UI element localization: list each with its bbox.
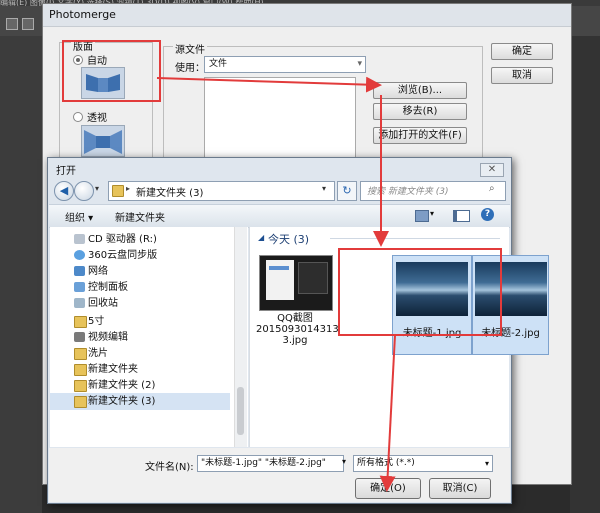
- photomerge-titlebar: Photomerge: [43, 4, 571, 27]
- open-button[interactable]: 确定(O): [355, 478, 421, 499]
- nav-item[interactable]: 视频编辑: [50, 329, 230, 346]
- remove-button[interactable]: 移去(R): [373, 103, 467, 120]
- nav-item[interactable]: 新建文件夹: [50, 361, 230, 378]
- nav-item-label: 视频编辑: [88, 332, 128, 343]
- photomerge-title: Photomerge: [49, 8, 116, 21]
- file-type-value: 所有格式 (*.*): [357, 458, 415, 468]
- ps-right-panel: [570, 36, 600, 513]
- breadcrumb-chevron-icon: ▸: [126, 184, 131, 193]
- network-icon: [74, 266, 85, 276]
- control-panel-icon: [74, 282, 85, 292]
- chevron-down-icon[interactable]: ▾: [342, 457, 346, 466]
- highlight-auto-layout: [62, 40, 161, 102]
- nav-item-label: 360云盘同步版: [88, 250, 158, 261]
- tool-icon[interactable]: [6, 18, 18, 30]
- folder-icon: [74, 380, 87, 392]
- nav-item-label: CD 驱动器 (R:): [88, 234, 157, 245]
- folder-icon: [74, 348, 87, 360]
- nav-item[interactable]: 新建文件夹 (2): [50, 377, 230, 394]
- filename-label: 文件名(N):: [145, 462, 194, 473]
- nav-item-label: 新建文件夹 (3): [88, 396, 156, 407]
- group-header: 今天 (3): [268, 233, 310, 246]
- nav-item[interactable]: 洗片: [50, 345, 230, 362]
- chevron-down-icon: ▾: [484, 459, 489, 468]
- photomerge-cancel-button[interactable]: 取消: [491, 67, 553, 84]
- source-files-label: 源文件: [173, 41, 207, 56]
- cd-drive-icon: [74, 234, 85, 244]
- nav-item-label: 网络: [88, 266, 108, 277]
- perspective-layout-thumbnail[interactable]: [81, 125, 125, 157]
- nav-item-label: 5寸: [88, 316, 105, 327]
- video-icon: [74, 332, 85, 342]
- use-select[interactable]: 文件 ▾: [204, 56, 366, 73]
- preview-pane-icon[interactable]: [453, 210, 470, 222]
- nav-item[interactable]: 网络: [50, 263, 230, 280]
- refresh-icon[interactable]: ↻: [337, 181, 357, 201]
- chevron-down-icon[interactable]: ▾: [322, 184, 326, 193]
- nav-item-label: 控制面板: [88, 282, 128, 293]
- tool-icon[interactable]: [22, 18, 34, 30]
- highlight-selected-files: [338, 248, 502, 336]
- nav-item-label: 回收站: [88, 298, 118, 309]
- collapse-group-icon[interactable]: ◢: [258, 233, 264, 242]
- nav-item[interactable]: 5寸: [50, 313, 230, 330]
- recycle-bin-icon: [74, 298, 85, 308]
- perspective-layout-icon: [84, 130, 122, 154]
- nav-scrollbar-thumb[interactable]: [237, 387, 244, 435]
- use-label: 使用：: [175, 63, 205, 74]
- organize-button[interactable]: 组织 ▾: [65, 209, 93, 224]
- cloud-icon: [74, 250, 85, 260]
- group-divider: [330, 238, 500, 239]
- use-select-value: 文件: [209, 59, 228, 69]
- nav-scrollbar[interactable]: [234, 227, 247, 447]
- open-dialog-footer: 文件名(N): "未标题-1.jpg" "未标题-2.jpg" ▾ 所有格式 (…: [49, 448, 510, 502]
- search-input[interactable]: 搜索 新建文件夹 (3) ⌕: [360, 181, 506, 201]
- perspective-radio[interactable]: [73, 112, 83, 122]
- address-box[interactable]: ▸ 新建文件夹 (3) ▾: [108, 181, 335, 201]
- cancel-button[interactable]: 取消(C): [429, 478, 491, 499]
- folder-icon: [112, 185, 124, 197]
- search-placeholder: 搜索 新建文件夹 (3): [367, 187, 449, 197]
- chevron-down-icon: ▾: [357, 59, 362, 69]
- history-dropdown-icon[interactable]: ▾: [95, 184, 99, 193]
- browse-button[interactable]: 浏览(B)...: [373, 82, 467, 99]
- folder-icon: [74, 316, 87, 328]
- screenshot-thumbnail: [259, 255, 333, 311]
- add-open-files-button[interactable]: 添加打开的文件(F): [373, 127, 467, 144]
- nav-item[interactable]: 控制面板: [50, 279, 230, 296]
- nav-item[interactable]: CD 驱动器 (R:): [50, 231, 230, 248]
- nav-item[interactable]: 新建文件夹 (3): [50, 393, 230, 410]
- source-file-list[interactable]: [204, 77, 356, 164]
- file-name: QQ截图 2015093014313 3.jpg: [256, 313, 339, 346]
- folder-icon: [74, 364, 87, 376]
- address-bar-row: ◀ ▾ ▸ 新建文件夹 (3) ▾ ↻ 搜索 新建文件夹 (3) ⌕: [52, 180, 506, 202]
- close-icon[interactable]: ✕: [480, 163, 504, 177]
- command-bar: 组织 ▾ 新建文件夹 ▾ ?: [49, 204, 510, 228]
- open-dialog-titlebar: 打开 ✕: [48, 158, 511, 178]
- file-item-qq-screenshot[interactable]: QQ截图 2015093014313 3.jpg: [256, 249, 339, 369]
- search-icon: ⌕: [489, 183, 495, 194]
- back-arrow-icon[interactable]: ◀: [54, 181, 74, 201]
- filename-value: "未标题-1.jpg" "未标题-2.jpg": [201, 458, 326, 468]
- address-path: 新建文件夹 (3): [136, 188, 204, 199]
- ps-left-panel: [0, 36, 42, 513]
- new-folder-button[interactable]: 新建文件夹: [115, 209, 165, 224]
- photomerge-ok-button[interactable]: 确定: [491, 43, 553, 60]
- file-type-select[interactable]: 所有格式 (*.*) ▾: [353, 455, 493, 472]
- nav-item[interactable]: 回收站: [50, 295, 230, 312]
- help-icon[interactable]: ?: [481, 208, 494, 221]
- nav-item[interactable]: 360云盘同步版: [50, 247, 230, 264]
- nav-item-label: 新建文件夹: [88, 364, 138, 375]
- navigation-pane: CD 驱动器 (R:) 360云盘同步版 网络控制面板回收站 5寸视频编辑洗片新建文件…: [50, 227, 248, 447]
- nav-item-label: 新建文件夹 (2): [88, 380, 156, 391]
- chevron-down-icon[interactable]: ▾: [430, 209, 434, 218]
- open-dialog-title: 打开: [56, 166, 76, 177]
- folder-icon: [74, 396, 87, 408]
- perspective-label: 透视: [87, 113, 107, 124]
- view-options-icon[interactable]: [415, 210, 429, 222]
- filename-input[interactable]: "未标题-1.jpg" "未标题-2.jpg": [197, 455, 344, 472]
- forward-arrow-icon[interactable]: [74, 181, 94, 201]
- nav-item-label: 洗片: [88, 348, 108, 359]
